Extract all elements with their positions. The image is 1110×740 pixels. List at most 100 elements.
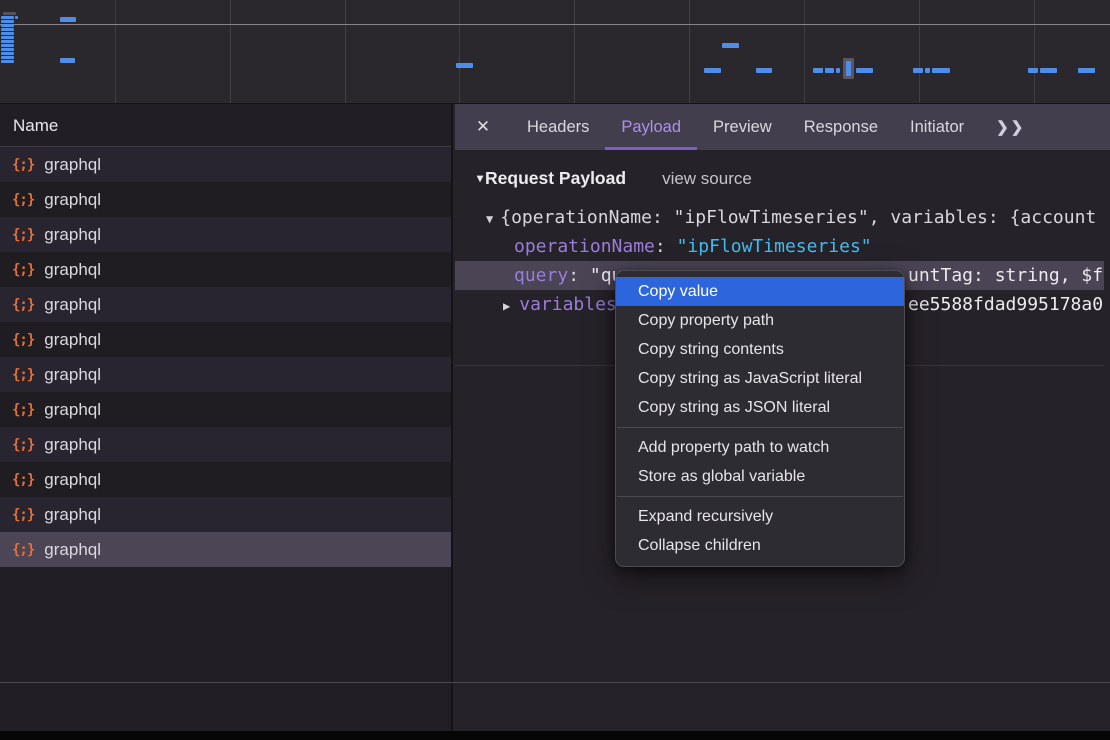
- tab-initiator[interactable]: Initiator: [894, 104, 980, 150]
- payload-section-header: ▾Request Payload view source: [455, 163, 1110, 189]
- request-timing-bar: [1, 56, 14, 59]
- request-timing-bar: [1, 60, 14, 63]
- json-icon: {;}: [12, 332, 34, 348]
- request-timing-bar: [1, 16, 14, 19]
- request-name: graphql: [44, 470, 101, 490]
- json-icon: {;}: [12, 367, 34, 383]
- request-timing-bar: [1040, 68, 1057, 73]
- json-icon: {;}: [12, 437, 34, 453]
- timeline-gridline: [574, 0, 575, 104]
- table-row[interactable]: {;} graphql: [0, 287, 451, 322]
- menu-item-copy-value[interactable]: Copy value: [616, 277, 904, 306]
- table-row-selected[interactable]: {;} graphql: [0, 532, 451, 567]
- table-row[interactable]: {;} graphql: [0, 217, 451, 252]
- menu-item-copy-property-path[interactable]: Copy property path: [616, 306, 904, 335]
- table-row[interactable]: {;} graphql: [0, 497, 451, 532]
- timeline-gridline: [459, 0, 460, 104]
- timeline-gridline: [919, 0, 920, 104]
- close-icon[interactable]: ✕: [455, 104, 511, 150]
- detail-tabbar: ✕ Headers Payload Preview Response Initi…: [455, 104, 1110, 150]
- request-name: graphql: [44, 155, 101, 175]
- timeline-gridline: [115, 0, 116, 104]
- json-icon: {;}: [12, 157, 34, 173]
- variables-value-fragment: ee5588fdad995178a0: [908, 290, 1103, 319]
- menu-item-add-property-path-to-watch[interactable]: Add property path to watch: [616, 433, 904, 462]
- json-icon: {;}: [12, 472, 34, 488]
- request-timing-bar: [1078, 68, 1095, 73]
- collapsed-arrow-icon[interactable]: ▶: [503, 299, 510, 313]
- payload-preview-text: {operationName: "ipFlowTimeseries", vari…: [500, 207, 1096, 228]
- json-icon: {;}: [12, 402, 34, 418]
- menu-item-store-as-global-variable[interactable]: Store as global variable: [616, 462, 904, 491]
- json-icon: {;}: [12, 262, 34, 278]
- request-name: graphql: [44, 225, 101, 245]
- request-name: graphql: [44, 400, 101, 420]
- json-icon: {;}: [12, 297, 34, 313]
- context-menu: Copy value Copy property path Copy strin…: [615, 270, 905, 567]
- json-icon: {;}: [12, 507, 34, 523]
- timeline-gridline: [1034, 0, 1035, 104]
- table-row[interactable]: {;} graphql: [0, 147, 451, 182]
- network-overview-timeline[interactable]: [0, 0, 1110, 104]
- tab-preview[interactable]: Preview: [697, 104, 788, 150]
- request-timing-bar: [60, 58, 75, 63]
- string-value: "ipFlowTimeseries": [677, 236, 872, 257]
- table-row[interactable]: {;} graphql: [0, 322, 451, 357]
- collapse-triangle-icon: ▾: [477, 171, 483, 185]
- request-name: graphql: [44, 435, 101, 455]
- request-timing-bar: [1, 36, 14, 39]
- expanded-arrow-icon[interactable]: ▼: [486, 212, 493, 226]
- table-row[interactable]: {;} graphql: [0, 182, 451, 217]
- json-icon: {;}: [12, 227, 34, 243]
- request-name: graphql: [44, 295, 101, 315]
- menu-item-expand-recursively[interactable]: Expand recursively: [616, 502, 904, 531]
- request-timing-bar: [1, 32, 14, 35]
- request-name: graphql: [44, 540, 101, 560]
- json-icon: {;}: [12, 192, 34, 208]
- table-row[interactable]: {;} graphql: [0, 462, 451, 497]
- payload-row-operationname[interactable]: operationName: "ipFlowTimeseries": [455, 232, 1110, 261]
- request-timing-bar: [1, 28, 14, 31]
- request-timing-bar: [932, 68, 950, 73]
- request-timing-bar: [1, 44, 14, 47]
- timeline-baseline: [0, 24, 1110, 25]
- tab-payload[interactable]: Payload: [605, 104, 697, 150]
- more-tabs-icon[interactable]: ❯❯: [982, 104, 1039, 150]
- request-rows: {;} graphql {;} graphql {;} graphql {;} grap…: [0, 147, 451, 567]
- menu-item-copy-string-contents[interactable]: Copy string contents: [616, 335, 904, 364]
- table-row[interactable]: {;} graphql: [0, 427, 451, 462]
- request-timing-bar: [756, 68, 772, 73]
- request-timing-bar: [813, 68, 823, 73]
- request-name: graphql: [44, 260, 101, 280]
- request-name: graphql: [44, 330, 101, 350]
- name-column-header[interactable]: Name: [0, 104, 451, 147]
- menu-item-copy-string-json-literal[interactable]: Copy string as JSON literal: [616, 393, 904, 422]
- request-timing-bar: [1, 52, 14, 55]
- timeline-gridline: [230, 0, 231, 104]
- request-name: graphql: [44, 190, 101, 210]
- json-icon: {;}: [12, 542, 34, 558]
- section-title[interactable]: ▾Request Payload: [477, 168, 626, 189]
- tab-headers[interactable]: Headers: [511, 104, 605, 150]
- footer-divider: [0, 682, 1110, 683]
- table-row[interactable]: {;} graphql: [0, 392, 451, 427]
- request-timing-bar: [836, 68, 840, 73]
- request-timing-bar: [1, 48, 14, 51]
- request-timing-bar: [3, 12, 16, 15]
- menu-item-copy-string-js-literal[interactable]: Copy string as JavaScript literal: [616, 364, 904, 393]
- view-source-link[interactable]: view source: [662, 169, 752, 189]
- request-timing-bar: [1, 24, 14, 27]
- query-value-fragment: untTag: string, $f: [908, 261, 1103, 290]
- table-row[interactable]: {;} graphql: [0, 252, 451, 287]
- network-request-list: Name {;} graphql {;} graphql {;} graphql {;…: [0, 104, 453, 740]
- payload-root-row[interactable]: ▼ {operationName: "ipFlowTimeseries", var…: [455, 203, 1110, 232]
- menu-item-collapse-children[interactable]: Collapse children: [616, 531, 904, 560]
- table-row[interactable]: {;}graphql: [0, 357, 451, 392]
- request-timing-bar: [1028, 68, 1038, 73]
- request-timing-bar: [1, 20, 14, 23]
- tab-response[interactable]: Response: [788, 104, 894, 150]
- request-name: graphql: [44, 505, 101, 525]
- request-timing-bar: [925, 68, 930, 73]
- request-timing-bar: [825, 68, 834, 73]
- request-timing-bar: [722, 43, 739, 48]
